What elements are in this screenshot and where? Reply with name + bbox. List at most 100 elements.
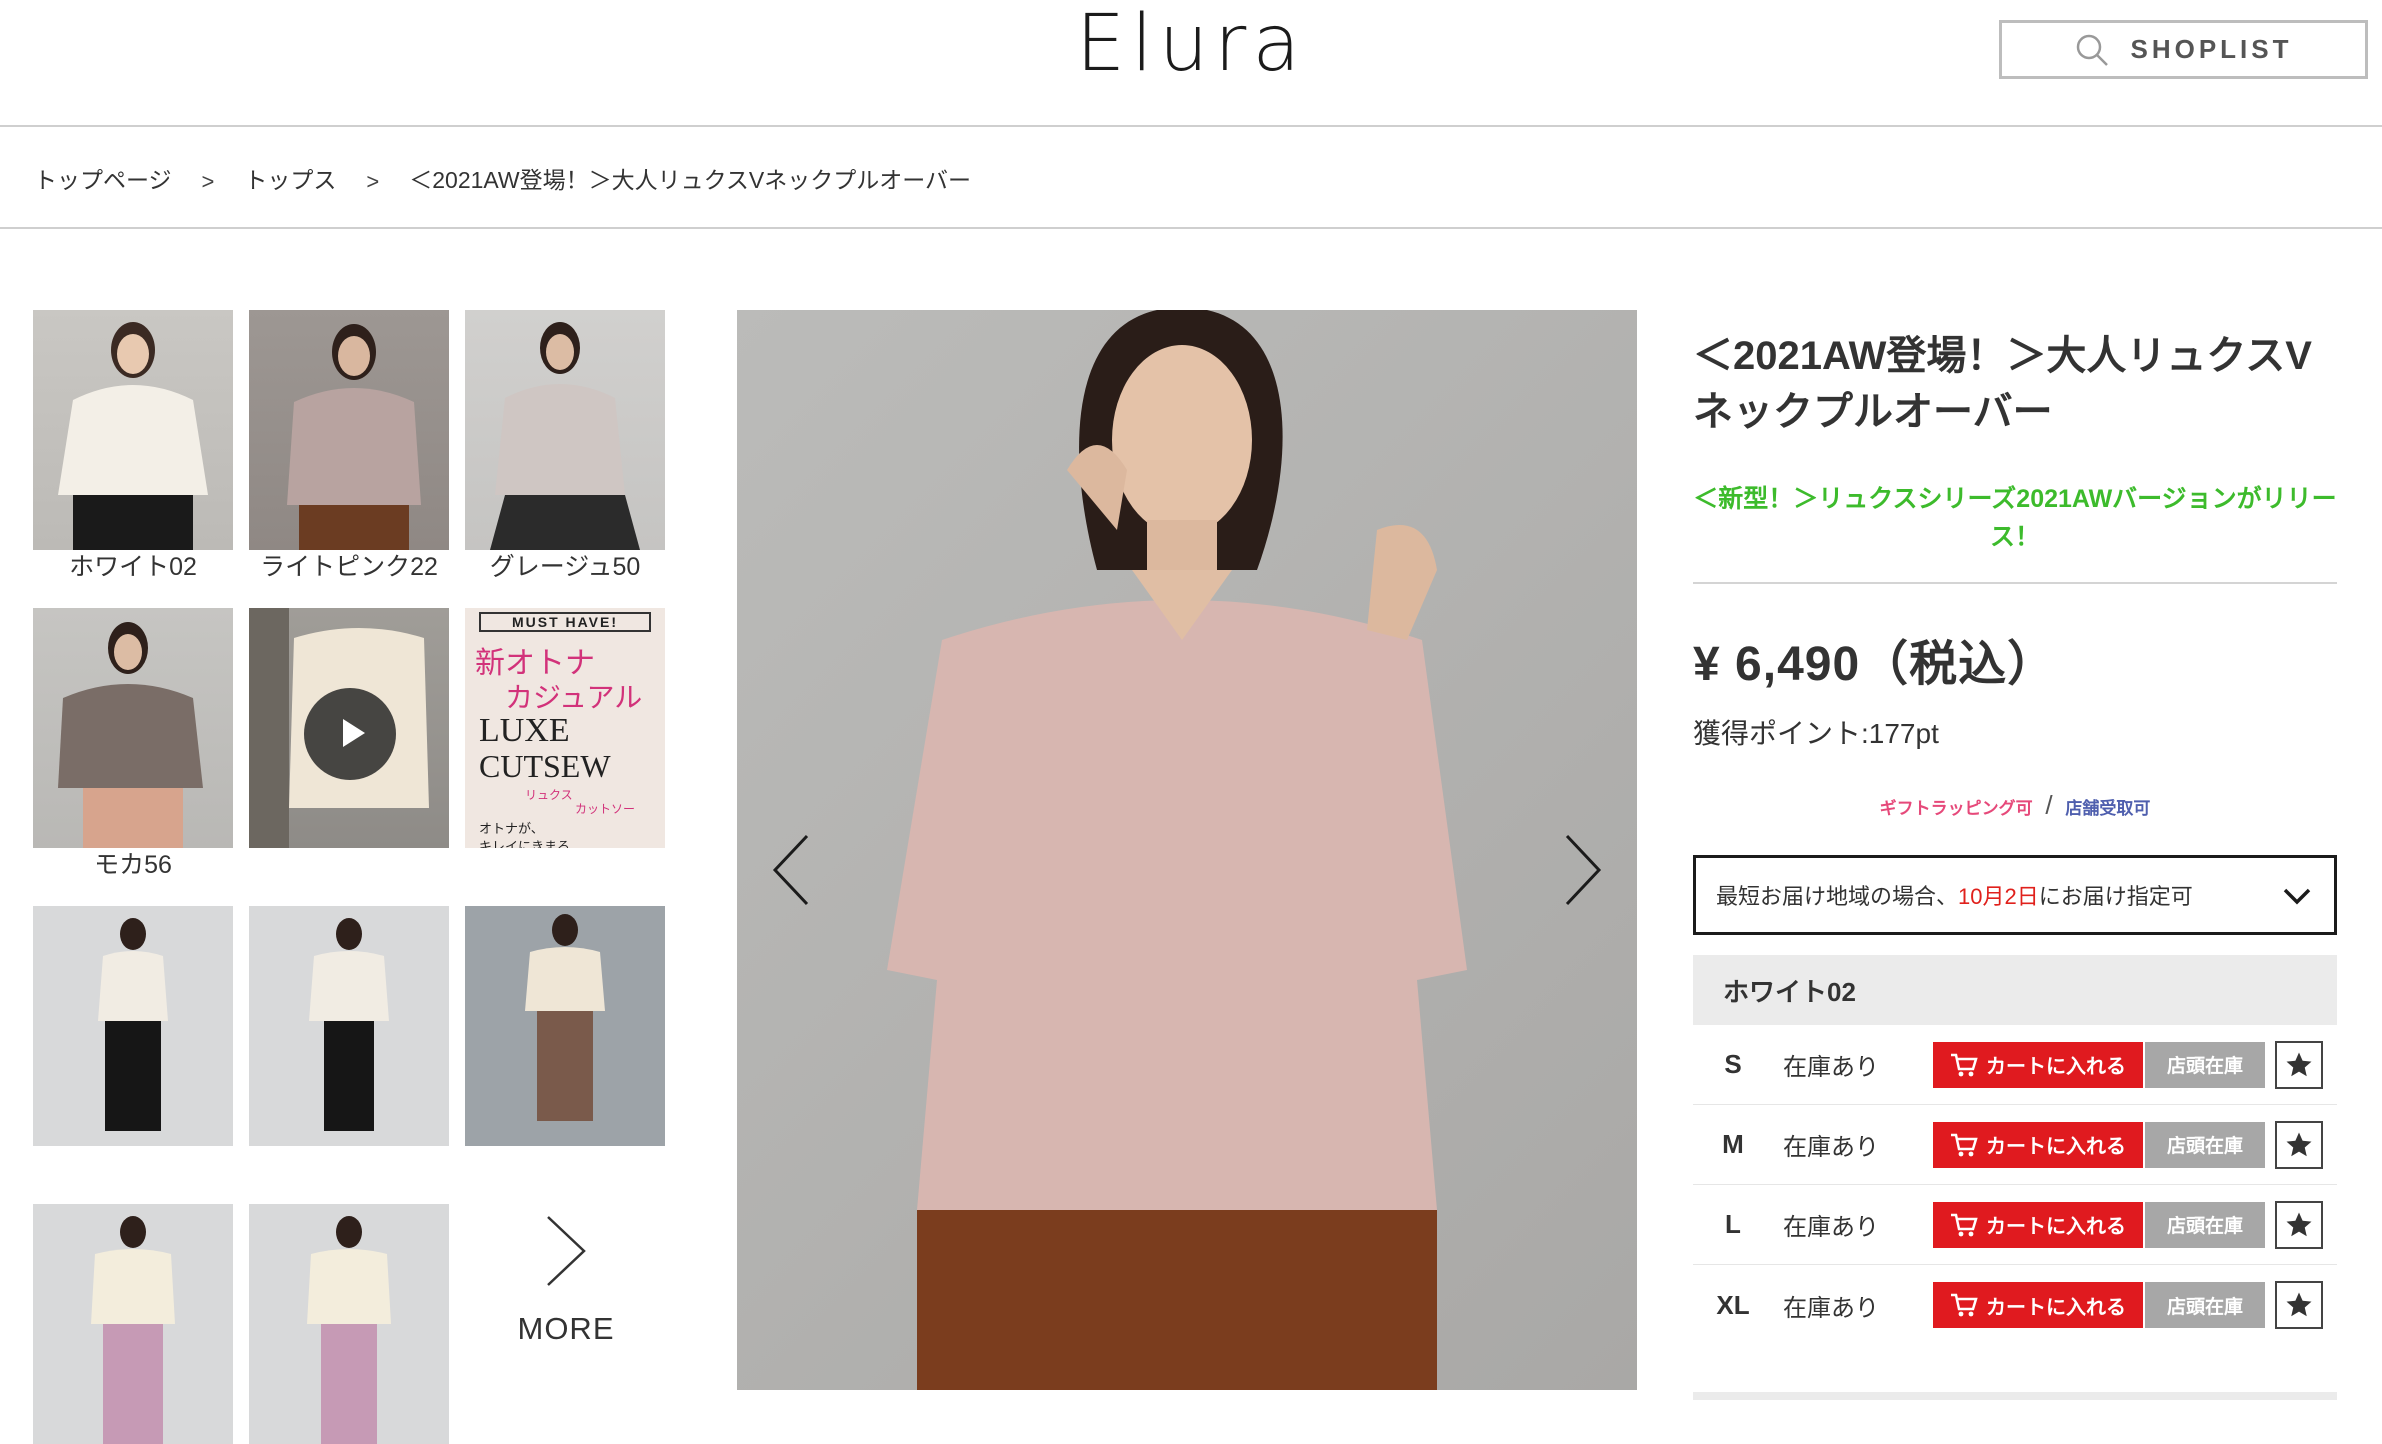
thumbnail-coord-2[interactable] [249, 906, 449, 1146]
thumbnail-image [249, 608, 449, 848]
thumbnail-coord-4[interactable] [33, 1204, 233, 1444]
thumbnail-coord-5[interactable] [249, 1204, 449, 1444]
thumbnail-video[interactable] [249, 608, 449, 848]
store-stock-button[interactable]: 店頭在庫 [2145, 1282, 2265, 1328]
promo-image: MUST HAVE! 新オトナ カジュアル LUXE CUTSEW リュクス カ… [465, 608, 665, 848]
size-row: XL 在庫あり カートに入れる 店頭在庫 [1693, 1265, 2337, 1345]
promo-line7: オトナが、 [479, 821, 544, 836]
promo-line6: カットソー [575, 802, 636, 816]
thumbnail-greige[interactable]: グレージュ50 [465, 310, 665, 581]
add-to-cart-button[interactable]: カートに入れる [1933, 1201, 2143, 1248]
thumbnail-white[interactable]: ホワイト02 [33, 310, 233, 581]
thumbnail-label: ホワイト02 [69, 553, 197, 581]
chevron-right-icon [547, 1216, 586, 1286]
gift-wrapping-badge: ギフトラッピング可 [1879, 799, 2033, 818]
thumbnail-coord-3[interactable] [465, 906, 665, 1146]
breadcrumb-tops[interactable]: トップス [244, 161, 336, 195]
add-to-cart-label: カートに入れる [1986, 1296, 2126, 1319]
size-list: S 在庫あり カートに入れる 店頭在庫 M 在庫あり カートに入れる 店頭在庫 [1693, 1025, 2337, 1345]
product-points: 獲得ポイント:177pt [1693, 718, 1939, 749]
site-header: Elura SHOPLIST [0, 0, 2382, 127]
delivery-dropdown[interactable]: 最短お届け地域の場合、 10月2日 にお届け指定可 [1693, 855, 2337, 935]
add-to-cart-label: カートに入れる [1986, 1056, 2126, 1078]
breadcrumb-home[interactable]: トップページ [34, 161, 172, 195]
size-label: M [1722, 1129, 1744, 1159]
thumbnail-image [249, 1204, 449, 1444]
prev-arrow-icon[interactable] [767, 830, 817, 910]
cart-icon [1951, 1053, 1978, 1076]
search-icon [2077, 34, 2109, 66]
thumbnail-label: モカ56 [94, 851, 172, 879]
thumbnail-image [465, 310, 665, 550]
color-name-header: ホワイト02 [1693, 955, 2337, 1025]
thumbnail-label: ライトピンク22 [260, 553, 438, 581]
size-row: M 在庫あり カートに入れる 店頭在庫 [1693, 1105, 2337, 1185]
thumbnail-image [465, 906, 665, 1146]
promo-line5: リュクス [525, 788, 573, 802]
thumbnail-image [33, 906, 233, 1146]
promo-line3: LUXE [479, 712, 570, 749]
more-label: MORE [517, 1311, 615, 1346]
add-to-cart-button[interactable]: カートに入れる [1933, 1282, 2143, 1328]
thumbnail-label: グレージュ50 [489, 553, 641, 581]
play-icon[interactable] [304, 688, 396, 780]
thumbnail-coord-1[interactable] [33, 906, 233, 1146]
star-icon [2286, 1052, 2312, 1076]
thumbnail-gallery: ホワイト02 ライトピンク22 グレージュ50 モカ56 MUST HAVE! … [33, 310, 667, 1444]
breadcrumb-separator: > [201, 169, 215, 194]
breadcrumb: トップページ > トップス > ＜2021AW登場！＞大人リュクスVネックプルオ… [0, 129, 2382, 229]
size-row: S 在庫あり カートに入れる 店頭在庫 [1693, 1025, 2337, 1105]
store-stock-button[interactable]: 店頭在庫 [2145, 1121, 2265, 1168]
star-icon [2286, 1132, 2312, 1156]
cart-icon [1951, 1213, 1978, 1236]
promo-line8: キレイにきまる [479, 839, 571, 848]
stock-status: 在庫あり [1783, 1054, 1879, 1081]
breadcrumb-current: ＜2021AW登場！＞大人リュクスVネックプルオーバー [409, 167, 972, 193]
main-photo [887, 310, 1467, 1390]
favorite-button[interactable] [2275, 1040, 2323, 1089]
thumbnail-image [33, 310, 233, 550]
shoplist-button[interactable]: SHOPLIST [1999, 20, 2368, 79]
store-pickup-badge: 店舗受取可 [2065, 799, 2151, 818]
next-color-header [1693, 1392, 2337, 1400]
product-info: ＜2021AW登場！＞大人リュクスVネックプルオーバー ＜新型！＞リュクスシリー… [1693, 310, 2337, 1345]
thumbnail-mocha[interactable]: モカ56 [33, 608, 233, 879]
thumbnail-image [33, 1204, 233, 1444]
delivery-suffix: にお届け指定可 [2038, 884, 2193, 909]
thumbnail-lightpink[interactable]: ライトピンク22 [249, 310, 449, 581]
add-to-cart-label: カートに入れる [1986, 1136, 2126, 1158]
favorite-button[interactable] [2275, 1281, 2323, 1329]
size-label: XL [1716, 1289, 1750, 1320]
add-to-cart-button[interactable]: カートに入れる [1933, 1121, 2143, 1168]
favorite-button[interactable] [2275, 1200, 2323, 1249]
next-arrow-icon[interactable] [1557, 830, 1607, 910]
more-button[interactable]: MORE [466, 1203, 666, 1403]
thumbnail-image [249, 310, 449, 550]
delivery-date: 10月2日 [1958, 884, 2039, 909]
product-title: ＜2021AW登場！＞大人リュクスVネックプルオーバー [1693, 334, 2312, 434]
product-subtitle: ＜新型！＞リュクスシリーズ2021AWバージョンがリリース！ [1693, 485, 2337, 551]
stock-status: 在庫あり [1783, 1294, 1879, 1322]
thumbnail-image [33, 608, 233, 848]
thumbnail-image [249, 906, 449, 1146]
star-icon [2286, 1212, 2312, 1236]
star-icon [2286, 1292, 2312, 1317]
size-row: L 在庫あり カートに入れる 店頭在庫 [1693, 1185, 2337, 1265]
cart-icon [1951, 1133, 1978, 1156]
store-stock-button[interactable]: 店頭在庫 [2145, 1201, 2265, 1248]
promo-line2: カジュアル [505, 681, 643, 714]
product-price: ¥ 6,490（税込） [1693, 638, 2057, 691]
service-separator: / [2045, 790, 2053, 820]
favorite-button[interactable] [2275, 1120, 2323, 1169]
add-to-cart-button[interactable]: カートに入れる [1933, 1041, 2143, 1088]
stock-status: 在庫あり [1783, 1134, 1879, 1161]
thumbnail-promo[interactable]: MUST HAVE! 新オトナ カジュアル LUXE CUTSEW リュクス カ… [465, 608, 665, 848]
service-badges: ギフトラッピング可 / 店舗受取可 [1693, 790, 2337, 821]
store-stock-button[interactable]: 店頭在庫 [2145, 1041, 2265, 1088]
stock-status: 在庫あり [1783, 1214, 1879, 1241]
size-label: S [1724, 1049, 1742, 1079]
promo-banner: MUST HAVE! [479, 612, 651, 632]
promo-line4: CUTSEW [479, 748, 611, 784]
chevron-down-icon [2283, 888, 2311, 905]
add-to-cart-label: カートに入れる [1986, 1216, 2126, 1238]
